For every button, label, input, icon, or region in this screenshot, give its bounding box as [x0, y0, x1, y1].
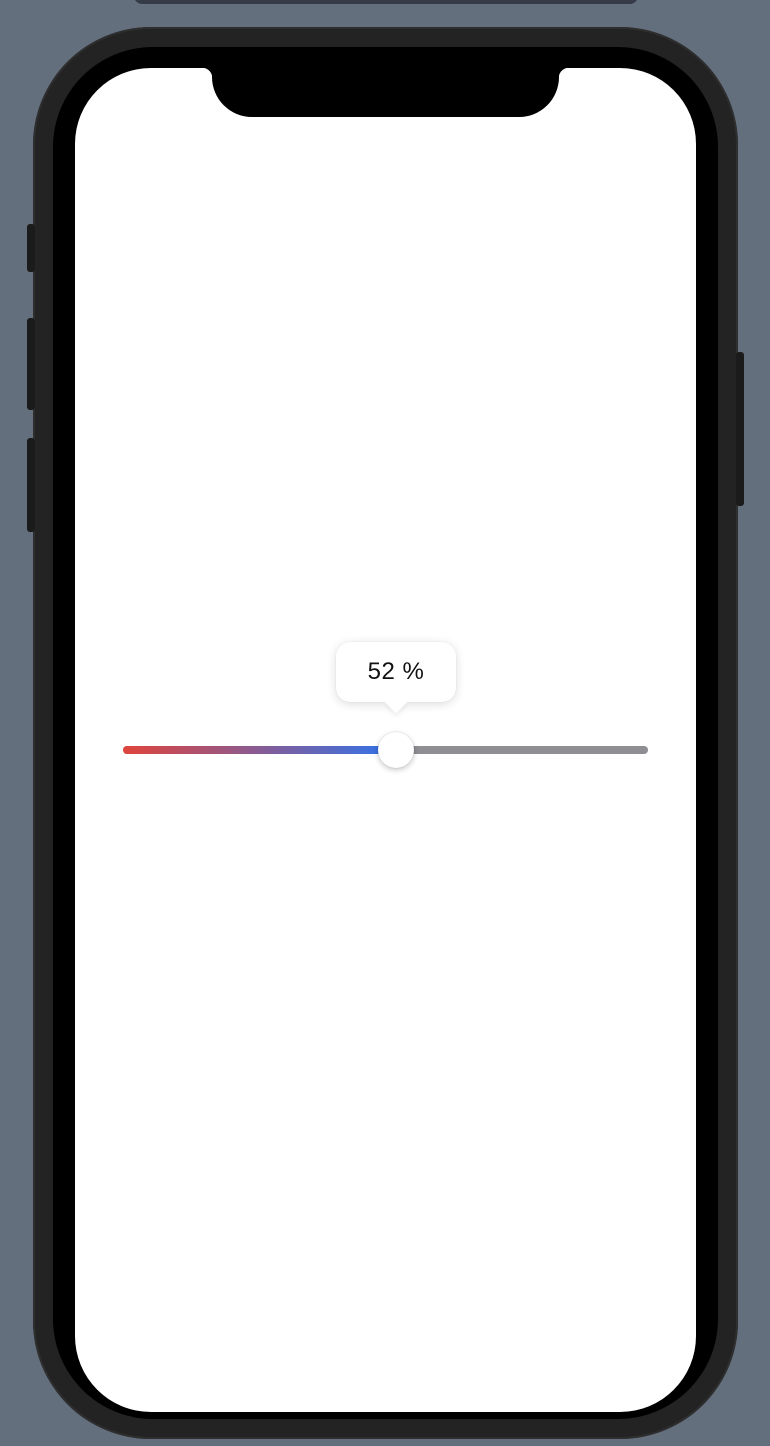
phone-screen: 52 % [75, 68, 696, 1412]
tooltip-pointer [384, 690, 408, 714]
value-tooltip: 52 % [336, 642, 456, 714]
slider-value-label: 52 % [367, 658, 425, 685]
silent-switch [27, 224, 35, 272]
slider-thumb[interactable] [378, 732, 414, 768]
slider-fill [123, 746, 396, 754]
power-button [736, 352, 744, 506]
notch [202, 68, 569, 117]
percentage-slider[interactable]: 52 % [123, 642, 648, 774]
volume-up-button [27, 318, 35, 410]
top-bar [134, 0, 638, 4]
volume-down-button [27, 438, 35, 532]
